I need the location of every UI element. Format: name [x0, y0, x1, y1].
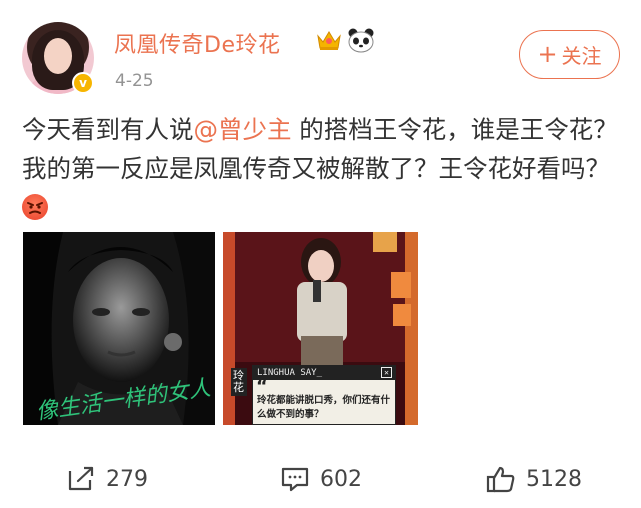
repost-button[interactable]: 279	[66, 465, 148, 493]
comment-count: 602	[320, 466, 362, 492]
comment-button[interactable]: 602	[280, 465, 362, 493]
panda-icon	[348, 28, 374, 53]
dialog-box: LINGHUA SAY_ ✕ “ 玲花都能讲脱口秀，你们还有什么做不到的事？	[252, 365, 396, 425]
follow-button[interactable]: + 关注	[519, 30, 620, 79]
side-label: 玲花	[231, 368, 247, 396]
like-button[interactable]: 5128	[486, 465, 582, 493]
post-image-2[interactable]: 玲花 LINGHUA SAY_ ✕ “ 玲花都能讲脱口秀，你们还有什么做不到的事…	[223, 232, 418, 425]
dialog-title: LINGHUA SAY_	[257, 368, 323, 378]
dialog-quote: “	[256, 376, 268, 397]
username[interactable]: 凤凰传奇De玲花	[114, 27, 280, 59]
like-count: 5128	[526, 466, 582, 492]
action-bar: 279 602 5128	[0, 455, 641, 508]
post-text: 今天看到有人说@曾少主 的搭档王令花，谁是王令花？我的第一反应是凤凰传奇又被解散…	[22, 110, 622, 227]
dialog-text: 玲花都能讲脱口秀，你们还有什么做不到的事？	[257, 395, 391, 420]
window-close-icon: ✕	[381, 367, 392, 378]
repost-count: 279	[106, 466, 148, 492]
angry-emoji-icon	[22, 194, 48, 220]
follow-label: 关注	[561, 44, 602, 68]
verified-badge-icon: v	[72, 72, 94, 94]
post-image-1[interactable]: 像生活一样的女人	[23, 232, 215, 425]
comment-icon	[281, 467, 309, 492]
thumbs-up-icon	[486, 466, 515, 493]
repost-icon	[68, 466, 94, 491]
post-text-start: 今天看到有人说	[22, 115, 194, 144]
post-time: 4-25	[115, 71, 154, 91]
plus-icon: +	[537, 39, 558, 68]
mention-link[interactable]: @曾少主	[194, 115, 292, 144]
crown-icon	[317, 31, 341, 50]
